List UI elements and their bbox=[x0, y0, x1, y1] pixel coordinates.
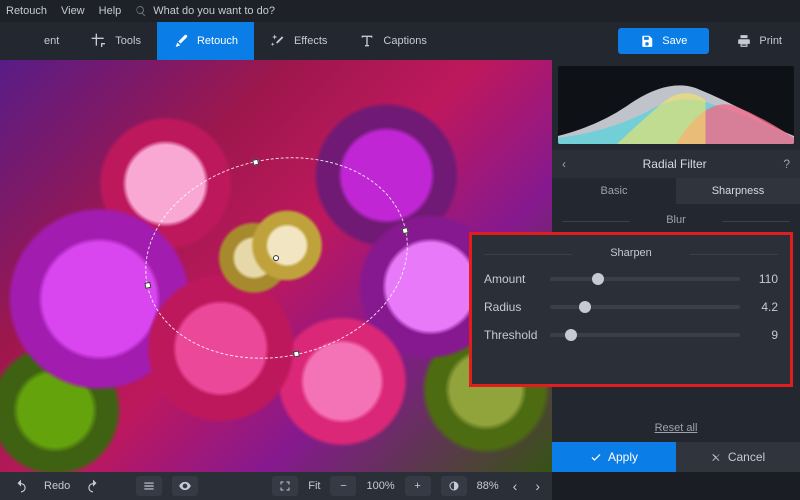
crop-icon bbox=[91, 33, 107, 49]
wand-icon bbox=[270, 33, 286, 49]
text-icon bbox=[359, 33, 375, 49]
save-button[interactable]: Save bbox=[618, 28, 709, 54]
tab-effects[interactable]: Effects bbox=[254, 22, 343, 60]
history-button[interactable] bbox=[136, 476, 162, 496]
bottombar: Redo Fit − 100% + 88% ‹ › bbox=[0, 472, 552, 500]
panel-title: Radial Filter bbox=[643, 157, 707, 171]
fit-label[interactable]: Fit bbox=[308, 480, 320, 492]
sharpen-threshold-row: Threshold 9 bbox=[484, 321, 778, 349]
section-title: Blur bbox=[562, 210, 790, 232]
ellipse-handle[interactable] bbox=[401, 227, 408, 234]
reset-all: Reset all bbox=[552, 414, 800, 442]
apply-row: Apply Cancel bbox=[552, 442, 800, 472]
close-icon bbox=[711, 452, 722, 463]
ellipse-handle[interactable] bbox=[293, 350, 300, 357]
search-field[interactable]: What do you want to do? bbox=[135, 5, 275, 17]
menu-item[interactable]: Help bbox=[99, 5, 122, 17]
crop-frame-button[interactable] bbox=[272, 476, 298, 496]
slider-value: 4.2 bbox=[748, 300, 778, 314]
save-label: Save bbox=[662, 35, 687, 47]
zoom-out-button[interactable]: − bbox=[330, 476, 356, 496]
sharpen-radius-slider[interactable] bbox=[550, 305, 740, 309]
tab-label: Tools bbox=[115, 35, 141, 47]
cancel-button[interactable]: Cancel bbox=[676, 442, 800, 472]
next-image-button[interactable]: › bbox=[531, 478, 544, 494]
sharpen-highlight: Sharpen Amount 110 Radius 4.2 Threshold … bbox=[469, 232, 793, 387]
sharpen-amount-row: Amount 110 bbox=[484, 265, 778, 293]
redo-button[interactable] bbox=[80, 476, 106, 496]
tab-retouch[interactable]: Retouch bbox=[157, 22, 254, 60]
apply-button[interactable]: Apply bbox=[552, 442, 676, 472]
save-icon bbox=[640, 34, 654, 48]
print-button[interactable]: Print bbox=[723, 28, 796, 54]
print-label: Print bbox=[759, 35, 782, 47]
opacity-icon[interactable] bbox=[441, 476, 467, 496]
histogram bbox=[558, 66, 794, 144]
menubar: Retouch View Help What do you want to do… bbox=[0, 0, 800, 22]
tab-label: Retouch bbox=[197, 35, 238, 47]
panel-subtabs: Basic Sharpness bbox=[552, 178, 800, 204]
slider-label: Amount bbox=[484, 272, 542, 286]
check-icon bbox=[590, 451, 602, 463]
menu-item[interactable]: Retouch bbox=[6, 5, 47, 17]
subtab-sharpness[interactable]: Sharpness bbox=[676, 178, 800, 204]
ellipse-handle[interactable] bbox=[252, 158, 259, 165]
slider-value: 110 bbox=[748, 272, 778, 286]
panel-header: ‹ Radial Filter ? bbox=[552, 150, 800, 178]
toolbar: ent Tools Retouch Effects Captions Save … bbox=[0, 22, 800, 60]
panel-help-icon[interactable]: ? bbox=[783, 157, 790, 171]
slider-value: 9 bbox=[748, 328, 778, 342]
apply-label: Apply bbox=[608, 450, 638, 464]
ellipse-handle[interactable] bbox=[144, 282, 151, 289]
brush-icon bbox=[173, 33, 189, 49]
subtab-basic[interactable]: Basic bbox=[552, 178, 676, 204]
tab-enhancement[interactable]: ent bbox=[4, 22, 75, 60]
redo-label: Redo bbox=[44, 480, 70, 492]
sharpen-threshold-slider[interactable] bbox=[550, 333, 740, 337]
tab-captions[interactable]: Captions bbox=[343, 22, 442, 60]
cancel-label: Cancel bbox=[728, 450, 765, 464]
tab-label: Captions bbox=[383, 35, 426, 47]
opacity-value[interactable]: 88% bbox=[477, 480, 499, 492]
section-title: Sharpen bbox=[484, 243, 778, 265]
tab-label: Effects bbox=[294, 35, 327, 47]
document-icon bbox=[20, 33, 36, 49]
zoom-in-button[interactable]: + bbox=[405, 476, 431, 496]
slider-label: Radius bbox=[484, 300, 542, 314]
search-icon bbox=[135, 5, 147, 17]
tab-label: ent bbox=[44, 35, 59, 47]
print-icon bbox=[737, 34, 751, 48]
reset-all-link[interactable]: Reset all bbox=[655, 422, 698, 434]
before-after-button[interactable] bbox=[172, 476, 198, 496]
undo-button[interactable] bbox=[8, 476, 34, 496]
sharpen-amount-slider[interactable] bbox=[550, 277, 740, 281]
panel-back-icon[interactable]: ‹ bbox=[562, 157, 566, 171]
ellipse-center[interactable] bbox=[272, 254, 279, 261]
slider-label: Threshold bbox=[484, 328, 542, 342]
prev-image-button[interactable]: ‹ bbox=[509, 478, 522, 494]
search-placeholder: What do you want to do? bbox=[153, 5, 275, 17]
zoom-value[interactable]: 100% bbox=[366, 480, 394, 492]
menu-item[interactable]: View bbox=[61, 5, 85, 17]
tab-tools[interactable]: Tools bbox=[75, 22, 157, 60]
sharpen-radius-row: Radius 4.2 bbox=[484, 293, 778, 321]
